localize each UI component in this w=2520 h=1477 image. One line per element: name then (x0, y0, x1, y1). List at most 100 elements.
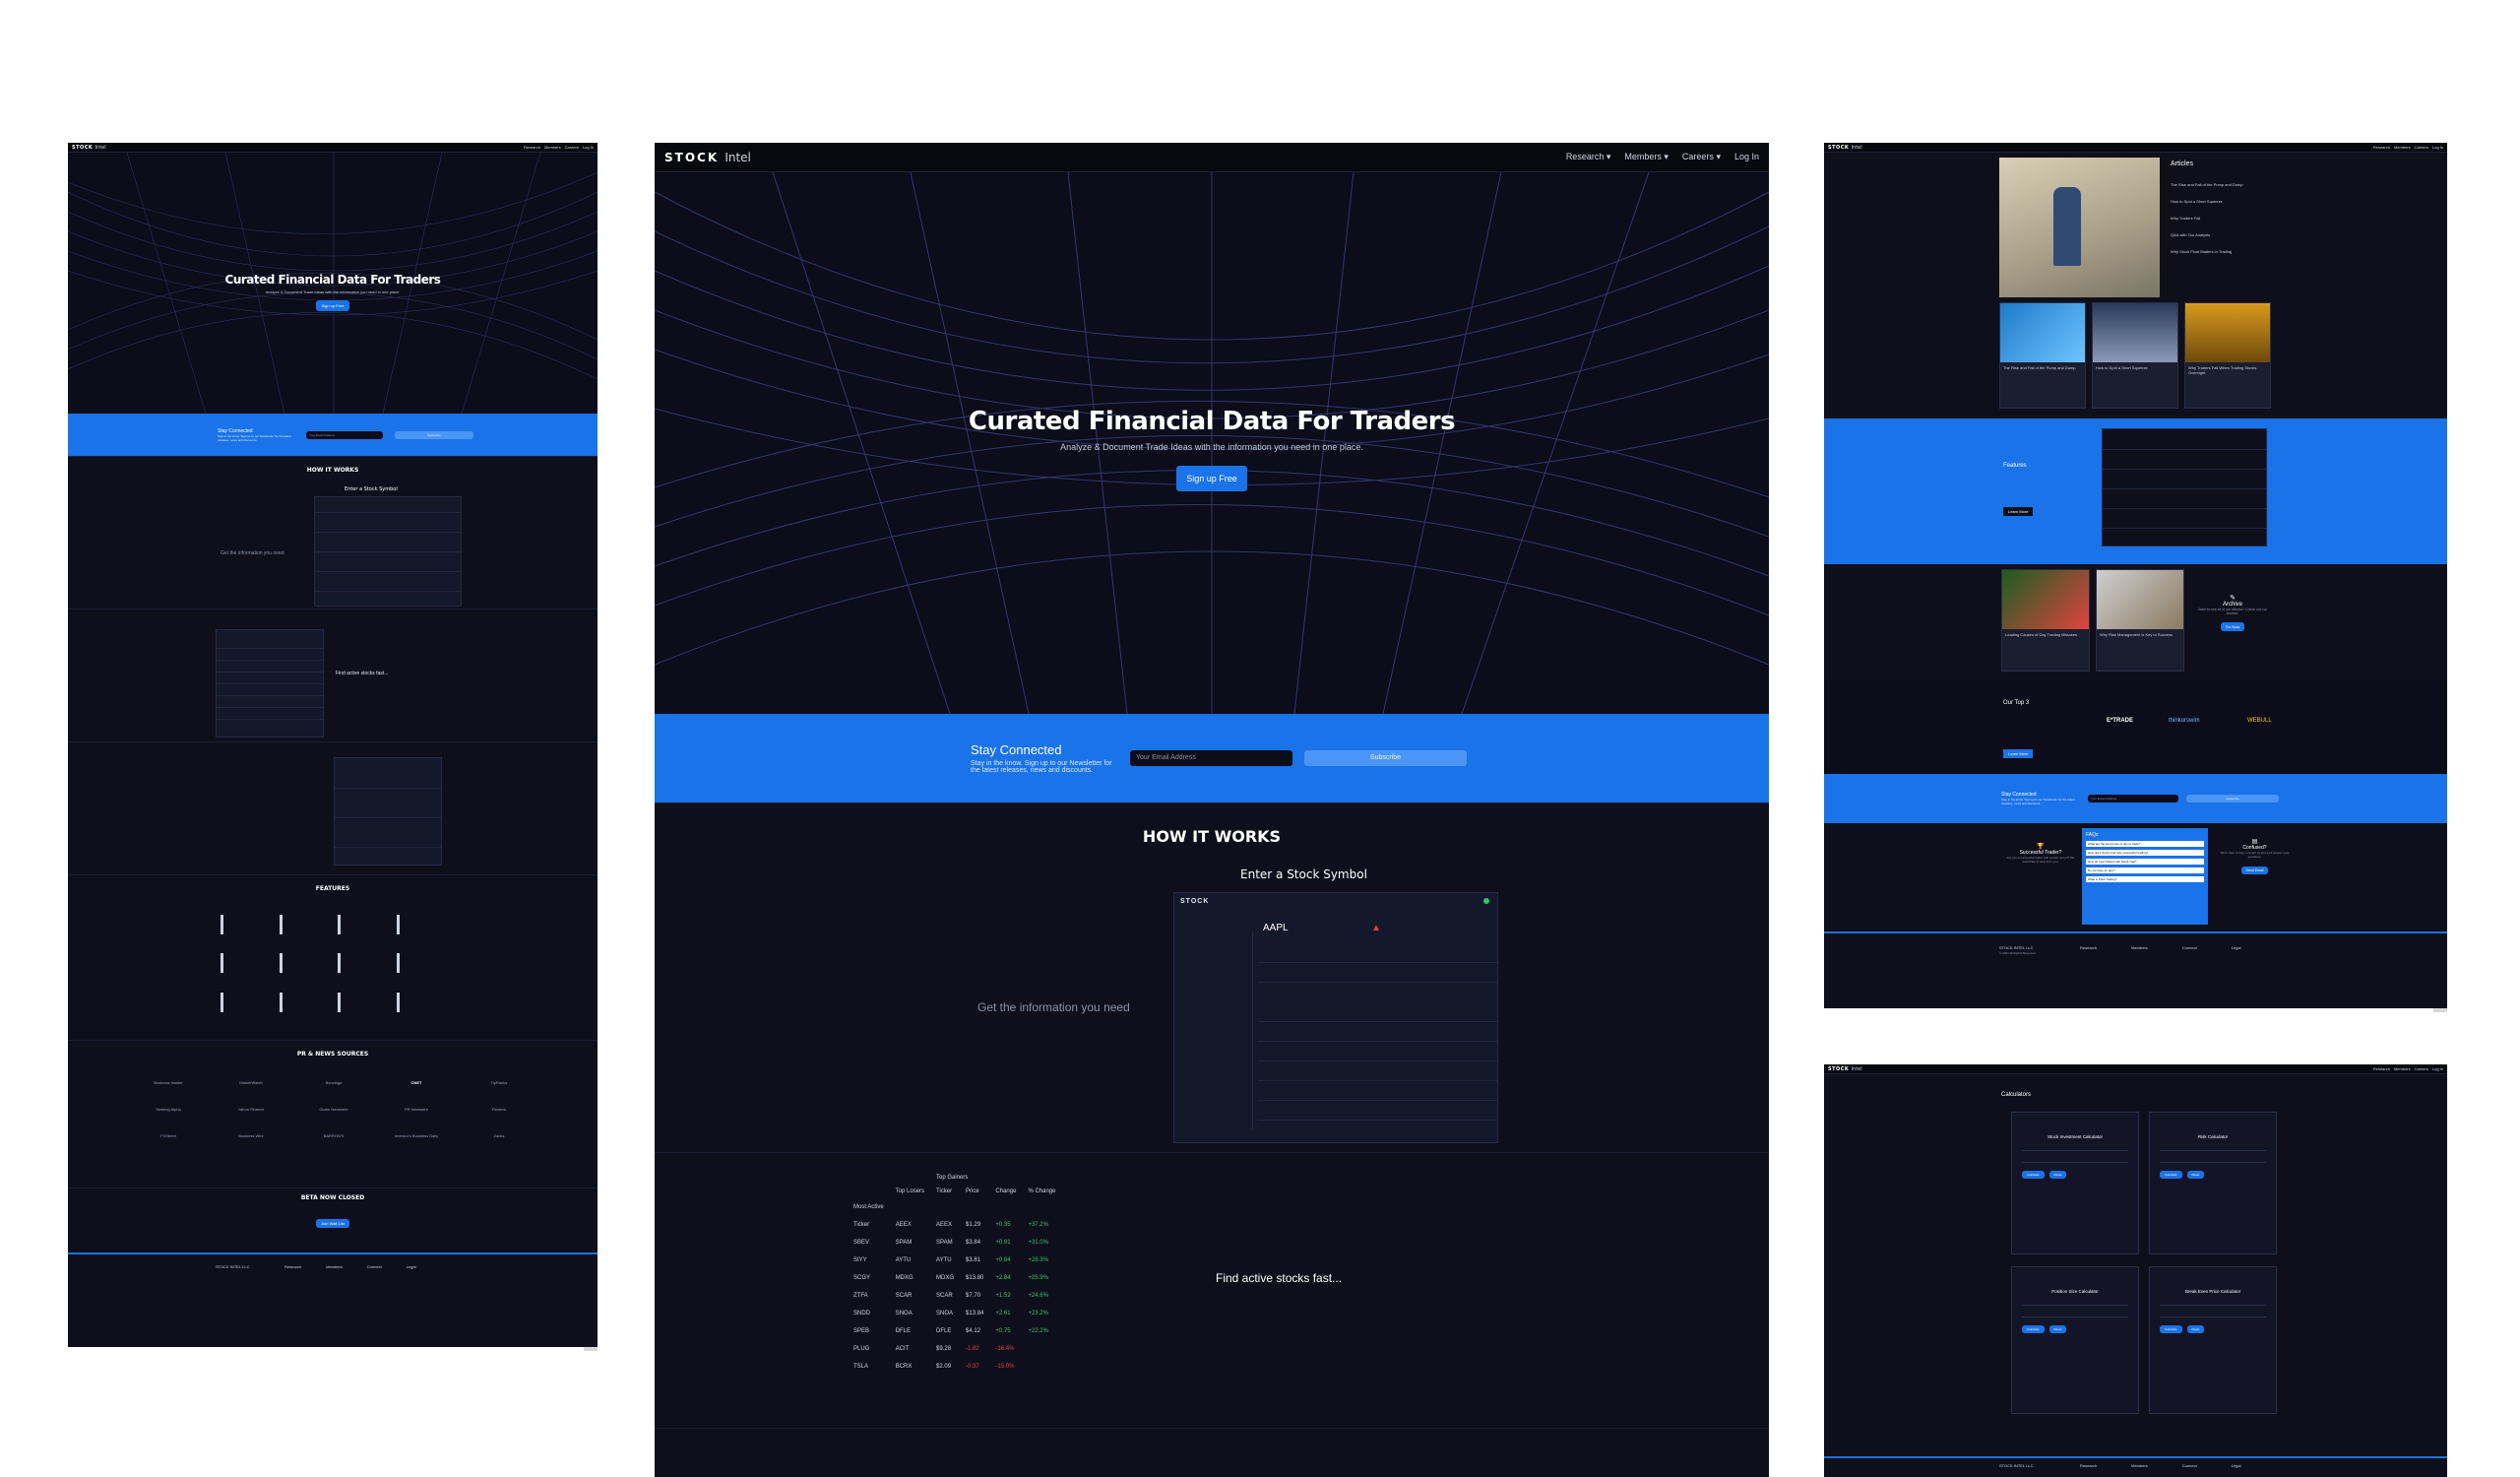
mini-step2: Get the information you need (220, 550, 284, 556)
faq-item[interactable]: What is Short Selling? (2086, 876, 2204, 882)
faq-item[interactable]: Do we have an app? (2086, 867, 2204, 873)
calculate-button[interactable]: Calculate (2022, 1325, 2045, 1333)
articles-page-thumbnail: STOCK Intel Research Members Careers Log In… (1824, 143, 2447, 1008)
successful-trader-card: 🏆 Successful Trader? Are you a successfu… (2006, 844, 2075, 864)
calculate-button[interactable]: Calculate (2022, 1171, 2045, 1179)
mini-logo: STOCK Intel (72, 144, 106, 151)
table-row[interactable]: TSLA BCRX $2.09 -0.37 -15.0% (848, 1358, 1061, 1376)
signup-free-button[interactable]: Sign up Free (1176, 466, 1247, 491)
mini-beta-button[interactable]: Join Wait List (316, 1219, 349, 1228)
mini-step3: Find active stocks fast... (336, 671, 389, 676)
mini-scan-mock (334, 757, 442, 866)
nav-links: Research ▾ Members ▾ Careers ▾ Log In (1566, 152, 1759, 162)
mini-scan-section (68, 741, 598, 874)
archive-card[interactable]: Leading Causes of Day Trading Mistakes (2001, 569, 2090, 672)
calculator-card: Break Even Price Calculator Calculate Re… (2149, 1266, 2277, 1414)
table-row[interactable]: SCGY MDXG MDXG $13.80 +2.84 +25.9% (848, 1269, 1061, 1287)
gainers-title: Top Gainers (936, 1175, 969, 1181)
mini-email-input[interactable]: Your Email Address (306, 430, 383, 439)
pencil-icon: ✎ (2230, 595, 2236, 602)
faq-panel: FAQs What are the best times of day to t… (2082, 828, 2208, 925)
mini-footer-company: STOCK INTEL LLC (216, 1264, 250, 1269)
hero-section: Curated Financial Data For Traders Analy… (655, 172, 1769, 714)
homepage-main-view: STOCK Intel Research ▾ Members ▾ Careers… (655, 143, 1769, 1477)
how-it-works-title: HOW IT WORKS (1142, 827, 1282, 846)
board-tab (2433, 1008, 2447, 1012)
losers-title: Top Losers (895, 1188, 925, 1194)
nav-research[interactable]: Research ▾ (1566, 152, 1611, 162)
reset-button[interactable]: Reset (2048, 1171, 2067, 1179)
article-card-image (2093, 303, 2177, 362)
table-row[interactable]: SPEB DFLE DFLE $4.12 +0.75 +22.2% (848, 1322, 1061, 1340)
reset-button[interactable]: Reset (2186, 1171, 2205, 1179)
person-figure (2053, 187, 2081, 266)
archive-section: Leading Causes of Day Trading Mistakes W… (1824, 564, 2447, 680)
faq-item[interactable]: How does Stock Intel help successful tra… (2086, 850, 2204, 856)
calculate-button[interactable]: Calculate (2160, 1325, 2182, 1333)
trophy-icon: 🏆 (2037, 844, 2045, 850)
archive-button[interactable]: Go Now (2220, 622, 2245, 631)
features-band-button[interactable]: Learn More (2003, 507, 2034, 516)
subscribe-button[interactable]: Subscribe (1304, 750, 1467, 766)
mini-footer-cols: Research Members Connect Legal (284, 1264, 416, 1269)
archive-card[interactable]: Why Risk Management is Key to Success (2096, 569, 2184, 672)
webull-logo: WEBULL (2247, 718, 2272, 724)
table-row[interactable]: PLUG ACIT $9.28 -1.82 -16.4% (848, 1340, 1061, 1358)
calc-nav-links: Research Members Careers Log In (2372, 1066, 2443, 1071)
table-row[interactable]: ZTFA SCAR SCAR $7.70 +1.52 +24.6% (848, 1287, 1061, 1305)
nav-login[interactable]: Log In (1734, 152, 1759, 162)
mini-stay-text: Stay in the know. Sign up to our Newslet… (218, 433, 291, 442)
site-logo[interactable]: STOCK Intel (664, 151, 751, 164)
table-row[interactable]: Ticker AEEX AEEX $1.29 +0.35 +37.2% (848, 1216, 1061, 1234)
hero-subtitle: Analyze & Document Trade Ideas with the … (1060, 442, 1363, 452)
mini-step1: Enter a Stock Symbol (345, 486, 398, 492)
mini-nav: STOCK Intel Research Members Careers Log In (68, 143, 598, 153)
how-it-works-section: HOW IT WORKS Enter a Stock Symbol Get th… (655, 803, 1769, 1152)
calc-footer: STOCK INTEL LLC Research Members Connect Le… (1824, 1456, 2447, 1477)
calc-nav: STOCK Intel Research Members Careers Log In (1824, 1064, 2447, 1074)
mini-beta: BETA NOW CLOSED Join Wait List (68, 1188, 598, 1252)
faq-section: 🏆 Successful Trader? Are you a successfu… (1824, 823, 2447, 931)
article-card[interactable]: Why Traders Fail When Trading Stocks Ove… (2184, 302, 2271, 409)
partners-title: Our Top 3 (2003, 700, 2030, 706)
reset-button[interactable]: Reset (2048, 1325, 2067, 1333)
articles-subscribe-button[interactable]: Subscribe (2186, 795, 2279, 803)
calculate-button[interactable]: Calculate (2160, 1171, 2182, 1179)
email-input[interactable]: Your Email Address (1130, 750, 1292, 766)
article-card[interactable]: How to Spot a Short Squeeze (2092, 302, 2178, 409)
featured-article-image[interactable] (1999, 158, 2160, 297)
mini-hero-cta[interactable]: Sign up Free (315, 300, 350, 311)
calc-logo: STOCK Intel (1828, 1065, 1862, 1072)
mini-gainers-table (216, 629, 324, 738)
mini-subscribe-button[interactable]: Subscribe (395, 430, 473, 439)
features-band: Features Learn More (1824, 418, 2447, 564)
calculator-card: Risk Calculator Calculate Reset (2149, 1112, 2277, 1254)
active-stocks-section: Top Gainers Top Losers Ticker Price Change… (655, 1152, 1769, 1428)
articles-list: The Rise and Fall of the Pump and Dump H… (2171, 182, 2243, 254)
table-row[interactable]: SIYY AYTU AYTU $3.81 +0.84 +28.3% (848, 1252, 1061, 1269)
article-card-image (2185, 303, 2270, 362)
mockup-ticker: AAPL (1263, 923, 1289, 933)
archive-text: Want to see all of our articles? Check o… (2198, 608, 2267, 615)
faq-item[interactable]: How do I get started with Stock Intel? (2086, 859, 2204, 865)
mini-hero-title: Curated Financial Data For Traders (224, 273, 441, 287)
mockup-sidebar (1184, 932, 1253, 1129)
reset-button[interactable]: Reset (2186, 1325, 2205, 1333)
send-email-button[interactable]: Send Email (2240, 867, 2269, 874)
step-get-info: Get the information you need (977, 1000, 1130, 1014)
nav-members[interactable]: Members ▾ (1624, 152, 1669, 162)
partners-button[interactable]: Learn More (2003, 749, 2034, 758)
faq-item[interactable]: What are the best times of day to trade? (2086, 841, 2204, 847)
stay-connected-text: Stay in the know. Sign up to our Newslet… (971, 760, 1112, 774)
top-gainers-table: Top Gainers Top Losers Ticker Price Change… (848, 1171, 1061, 1376)
table-row[interactable]: SBEV SPAM SPAM $3.84 +0.91 +31.0% (848, 1234, 1061, 1252)
table-row[interactable]: SNDD SNOA SNOA $13.84 +2.61 +23.2% (848, 1305, 1061, 1322)
articles-stay-band: Stay Connected Stay in the know. Sign up… (1824, 774, 2447, 823)
article-card[interactable]: The Rise and Fall of the Pump and Dump (1999, 302, 2086, 409)
mini-mock-dashboard (314, 496, 462, 607)
calculator-card: Stock Investment Calculator Calculate Re… (2011, 1112, 2139, 1254)
articles-title: Articles (2171, 161, 2193, 167)
nav-careers[interactable]: Careers ▾ (1682, 152, 1721, 162)
articles-email-input[interactable]: Your Email Address (2088, 795, 2178, 803)
articles-nav-links: Research Members Careers Log In (2372, 145, 2443, 150)
